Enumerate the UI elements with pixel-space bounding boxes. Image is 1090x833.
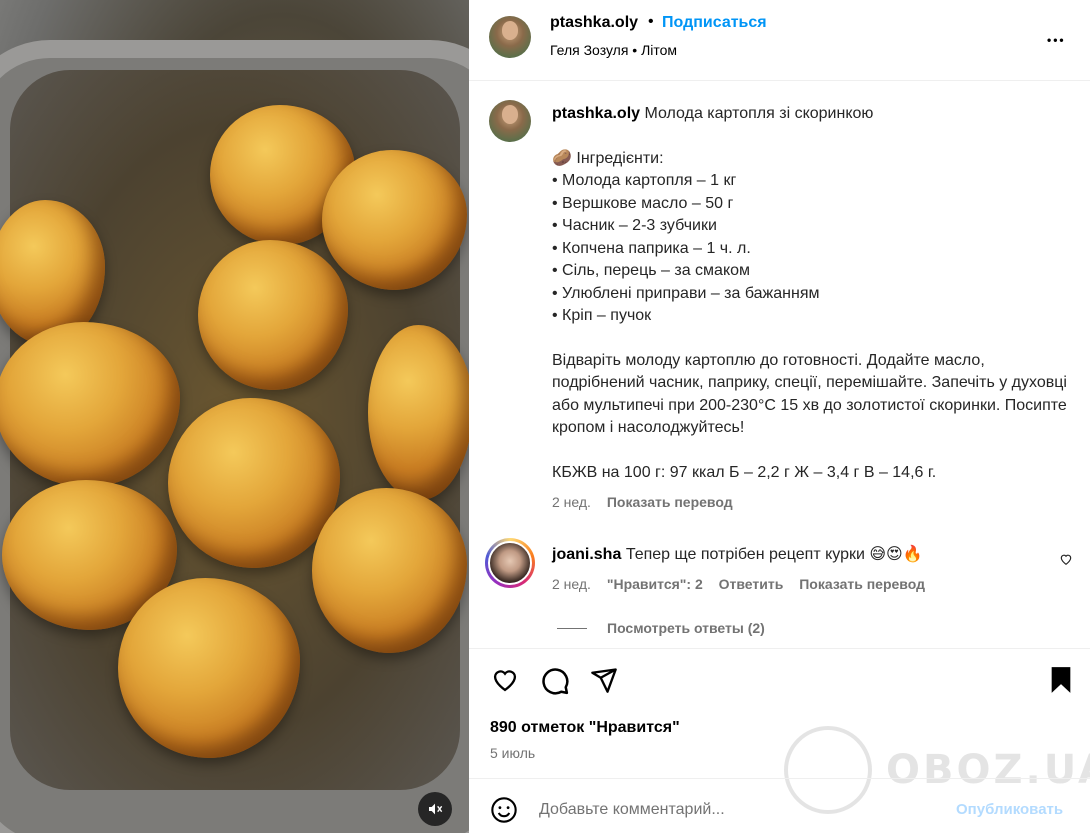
nutrition-text: КБЖВ на 100 г: 97 ккал Б – 2,2 г Ж – 3,4… (552, 463, 937, 481)
header-username[interactable]: ptashka.oly (550, 14, 638, 32)
post-header: ptashka.oly • Подписаться Геля Зозуля • … (469, 0, 1090, 81)
caption-avatar[interactable] (489, 100, 531, 142)
avatar[interactable] (489, 16, 531, 58)
more-options-icon[interactable]: ••• (1047, 29, 1066, 51)
comment-input[interactable] (539, 801, 939, 819)
caption-title: Молода картопля зі скоринкою (644, 105, 874, 122)
ingredient-item: • Копчена паприка – 1 ч. л. (552, 239, 751, 257)
post-date[interactable]: 5 июль (490, 745, 535, 761)
ingredient-item: • Вершкове масло – 50 г (552, 194, 734, 212)
comment-likes[interactable]: "Нравится": 2 (607, 576, 703, 592)
commenter-avatar-ring[interactable] (485, 538, 535, 588)
ingredients-header: 🥔 Інгредієнти: (552, 149, 664, 167)
commenter-avatar (488, 541, 532, 585)
post-panel: ptashka.oly • Подписаться Геля Зозуля • … (469, 0, 1090, 833)
ingredient-item: • Сіль, перець – за смаком (552, 262, 751, 279)
likes-count[interactable]: 890 отметок "Нравится" (490, 719, 680, 737)
caption-meta: 2 нед. Показать перевод (552, 494, 745, 510)
reply-button[interactable]: Ответить (719, 576, 784, 592)
replies-divider (557, 627, 587, 629)
comment-text: Тепер ще потрібен рецепт курки 😅😍🔥 (625, 546, 923, 563)
emoji-smiley-icon[interactable] (490, 796, 518, 829)
comment-time[interactable]: 2 нед. (552, 576, 591, 592)
separator-dot: • (648, 13, 654, 30)
view-replies-button[interactable]: Посмотреть ответы (2) (557, 620, 765, 636)
caption-username[interactable]: ptashka.oly (552, 105, 640, 122)
follow-button[interactable]: Подписаться (662, 14, 767, 32)
publish-button[interactable]: Опубликовать (956, 801, 1063, 818)
caption-time[interactable]: 2 нед. (552, 494, 591, 510)
bookmark-saved-icon[interactable] (1049, 666, 1073, 699)
share-paper-plane-icon[interactable] (590, 666, 618, 699)
instructions-text: Відваріть молоду картоплю до готовності.… (552, 351, 1067, 437)
post-caption: ptashka.oly Молода картопля зі скоринкою… (552, 103, 1072, 484)
mute-button[interactable] (418, 792, 452, 826)
like-heart-icon[interactable] (490, 666, 520, 699)
translate-caption-link[interactable]: Показать перевод (607, 494, 733, 510)
translate-comment-link[interactable]: Показать перевод (799, 576, 925, 592)
comment-bubble-icon[interactable] (540, 666, 570, 701)
ingredient-item: • Кріп – пучок (552, 307, 652, 324)
muted-speaker-icon (429, 803, 443, 815)
ingredient-item: • Молода картопля – 1 кг (552, 172, 737, 189)
comment-meta: 2 нед. "Нравится": 2 Ответить Показать п… (552, 576, 937, 592)
like-comment-heart-icon[interactable] (1059, 552, 1073, 571)
view-replies-label: Посмотреть ответы (2) (607, 620, 765, 636)
header-subtitle[interactable]: Геля Зозуля • Літом (550, 42, 677, 58)
comment: joani.sha Тепер ще потрібен рецепт курки… (552, 544, 923, 564)
comment-username[interactable]: joani.sha (552, 546, 621, 563)
ingredient-item: • Улюблені приправи – за бажанням (552, 284, 820, 302)
potato (368, 325, 469, 500)
ingredient-item: • Часник – 2-3 зубчики (552, 217, 717, 234)
add-comment-bar: Опубликовать (469, 778, 1090, 833)
post-media (0, 0, 469, 833)
